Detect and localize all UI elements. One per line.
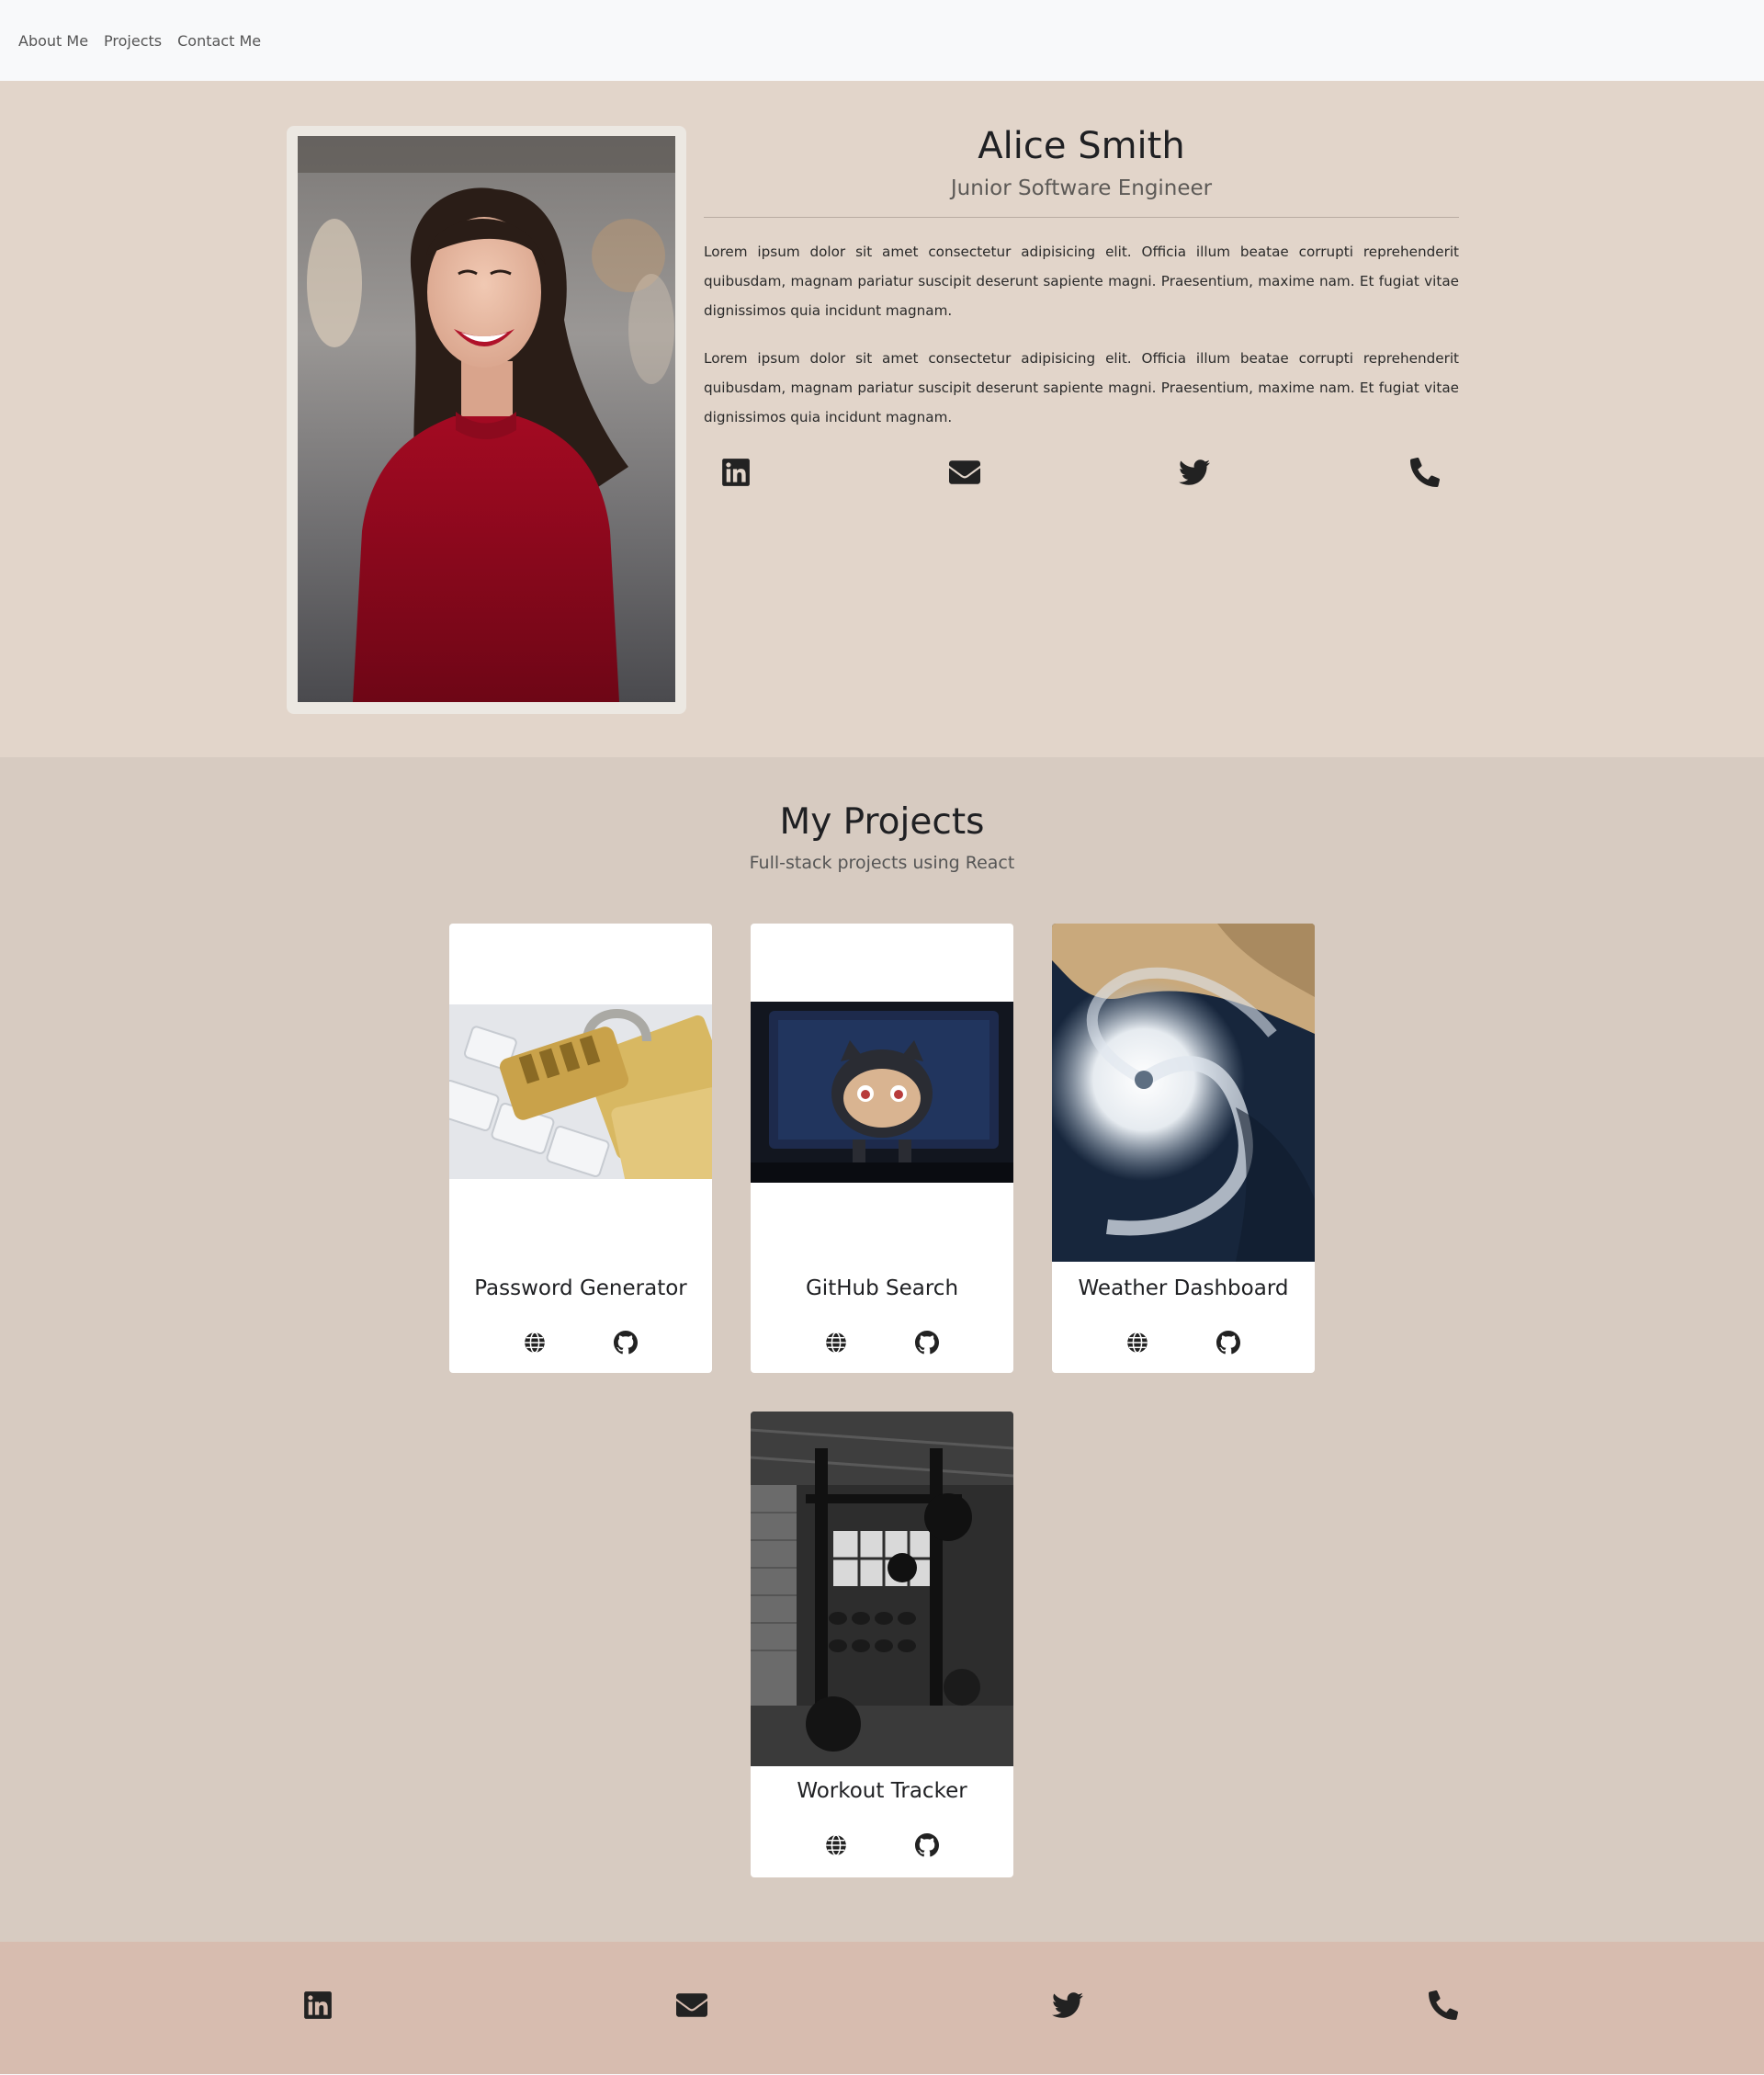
twitter-icon[interactable] — [1051, 1989, 1084, 2022]
profile-divider — [704, 217, 1459, 218]
project-card-password-generator: Password Generator — [449, 924, 712, 1373]
project-image-workout-tracker — [751, 1412, 1013, 1766]
bio-paragraph-2: Lorem ipsum dolor sit amet consectetur a… — [704, 350, 1459, 425]
globe-icon[interactable] — [823, 1832, 849, 1858]
phone-icon[interactable] — [1427, 1989, 1460, 2022]
globe-icon[interactable] — [522, 1330, 548, 1355]
phone-icon[interactable] — [1408, 456, 1442, 489]
envelope-icon[interactable] — [675, 1989, 708, 2022]
footer — [0, 1942, 1764, 2074]
project-card-weather-dashboard: Weather Dashboard — [1052, 924, 1315, 1373]
profile-name: Alice Smith — [978, 125, 1185, 167]
nav-link-projects[interactable]: Projects — [104, 32, 162, 50]
globe-icon[interactable] — [823, 1330, 849, 1355]
bio-paragraph-1: Lorem ipsum dolor sit amet consectetur a… — [704, 244, 1459, 319]
github-icon[interactable] — [613, 1330, 639, 1355]
twitter-icon[interactable] — [1178, 456, 1211, 489]
nav-link-contact-me[interactable]: Contact Me — [177, 32, 261, 50]
projects-heading: My Projects — [779, 801, 985, 843]
project-image-weather-dashboard — [1052, 924, 1315, 1262]
project-card-github-search: GitHub Search — [751, 924, 1013, 1373]
project-card-workout-tracker: Workout Tracker — [751, 1412, 1013, 1877]
project-image-password-generator — [449, 1004, 712, 1179]
globe-icon[interactable] — [1125, 1330, 1150, 1355]
linkedin-icon[interactable] — [301, 1989, 334, 2022]
project-title: GitHub Search — [805, 1276, 959, 1300]
project-image-github-search — [751, 1002, 1013, 1183]
envelope-icon[interactable] — [948, 456, 981, 489]
github-icon[interactable] — [914, 1330, 940, 1355]
project-title: Workout Tracker — [797, 1779, 967, 1803]
project-title: Password Generator — [474, 1276, 687, 1300]
linkedin-icon[interactable] — [719, 456, 752, 489]
top-navbar: About Me Projects Contact Me — [0, 0, 1764, 81]
profile-photo — [298, 136, 675, 702]
nav-link-about-me[interactable]: About Me — [18, 32, 88, 50]
project-title: Weather Dashboard — [1078, 1276, 1289, 1300]
profile-job-title: Junior Software Engineer — [950, 176, 1213, 200]
github-icon[interactable] — [914, 1832, 940, 1858]
projects-subheading: Full-stack projects using React — [749, 853, 1015, 873]
github-icon[interactable] — [1216, 1330, 1241, 1355]
